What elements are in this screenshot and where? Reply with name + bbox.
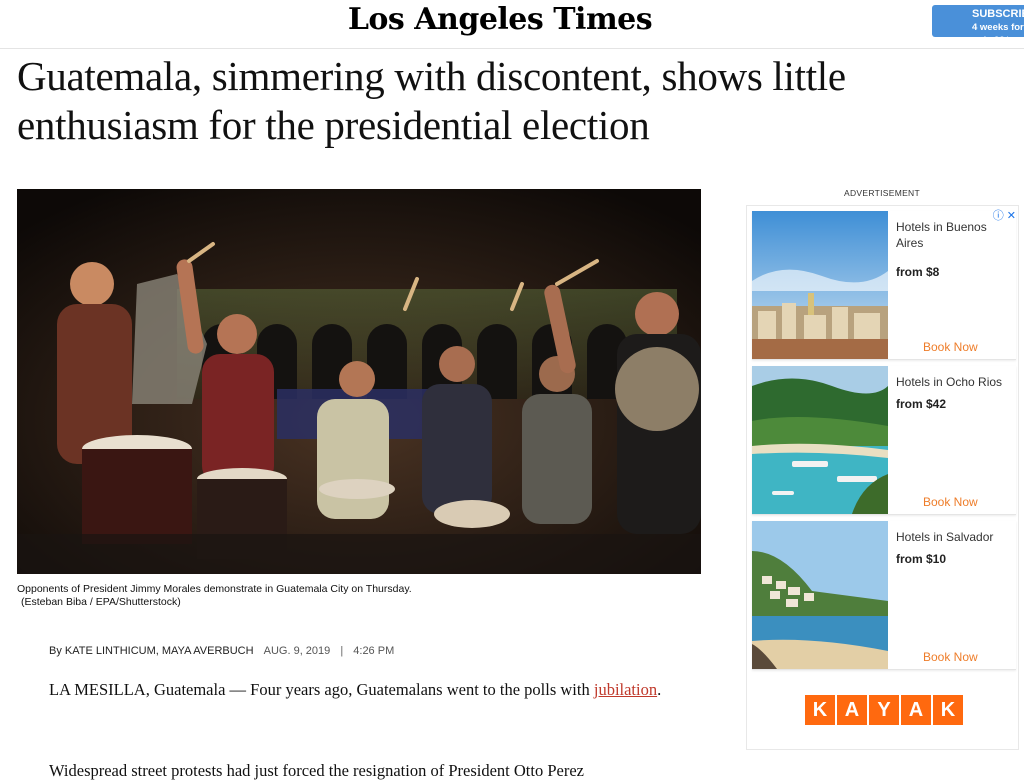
jubilation-link[interactable]: jubilation <box>594 680 657 699</box>
ad-card-buenos-aires[interactable]: Hotels in Buenos Aires from $8 Book Now <box>752 211 1016 360</box>
protest-photo-illustration <box>17 189 701 574</box>
publish-time: 4:26 PM <box>353 645 395 657</box>
lead-photo <box>17 189 701 574</box>
card-title: Hotels in Buenos Aires <box>896 220 987 250</box>
salvador-photo <box>752 521 888 669</box>
logo-letter: K <box>805 695 835 725</box>
paragraph-end: . <box>657 680 662 699</box>
subscribe-label: SUBSCRIBE <box>972 8 1024 20</box>
card-title: Hotels in Salvador <box>896 530 994 544</box>
subscribe-offer: 4 weeks for only 99¢ <box>972 22 1024 46</box>
hotel-ad: ⓘ ✕ Hotels in Buenos Aires from $8 Book … <box>746 205 1019 750</box>
buenos-aires-photo <box>752 211 888 359</box>
article-paragraph-2: Widespread street protests had just forc… <box>49 761 584 780</box>
book-now-button[interactable]: Book Now <box>923 340 978 354</box>
kayak-logo[interactable]: K A Y A K <box>805 695 963 725</box>
caption-text: Opponents of President Jimmy Morales dem… <box>17 583 412 595</box>
byline-separator: | <box>340 645 344 657</box>
subscribe-button[interactable]: SUBSCRIBE 4 weeks for only 99¢ <box>932 5 1024 46</box>
logo-letter: A <box>837 695 867 725</box>
book-now-button[interactable]: Book Now <box>923 650 978 664</box>
article-paragraph-1: LA MESILLA, Guatemala — Four years ago, … <box>49 676 689 703</box>
card-title: Hotels in Ocho Rios <box>896 375 1003 389</box>
publish-date: AUG. 9, 2019 <box>263 645 331 657</box>
byline-authors[interactable]: By KATE LINTHICUM, MAYA AVERBUCH <box>49 645 254 657</box>
site-logo[interactable]: Los Angeles Times <box>0 2 1000 37</box>
photo-credit: (Esteban Biba / EPA/Shutterstock) <box>21 596 181 608</box>
book-now-button[interactable]: Book Now <box>923 495 978 509</box>
logo-letter: K <box>933 695 963 725</box>
photo-caption: Opponents of President Jimmy Morales dem… <box>17 583 701 609</box>
paragraph-text: LA MESILLA, Guatemala — Four years ago, … <box>49 680 594 699</box>
logo-letter: A <box>901 695 931 725</box>
ocho-rios-photo <box>752 366 888 514</box>
card-price: from $8 <box>896 265 940 279</box>
site-header: Los Angeles Times SUBSCRIBE 4 weeks for … <box>0 0 1024 49</box>
ad-card-salvador[interactable]: Hotels in Salvador from $10 Book Now <box>752 521 1016 670</box>
card-price: from $10 <box>896 552 947 566</box>
logo-letter: Y <box>869 695 899 725</box>
byline: By KATE LINTHICUM, MAYA AVERBUCH AUG. 9,… <box>49 645 394 657</box>
ad-card-ocho-rios[interactable]: Hotels in Ocho Rios from $42 Book Now <box>752 366 1016 515</box>
ad-label: ADVERTISEMENT <box>843 188 920 198</box>
article-headline: Guatemala, simmering with discontent, sh… <box>17 53 846 148</box>
card-price: from $42 <box>896 397 947 411</box>
